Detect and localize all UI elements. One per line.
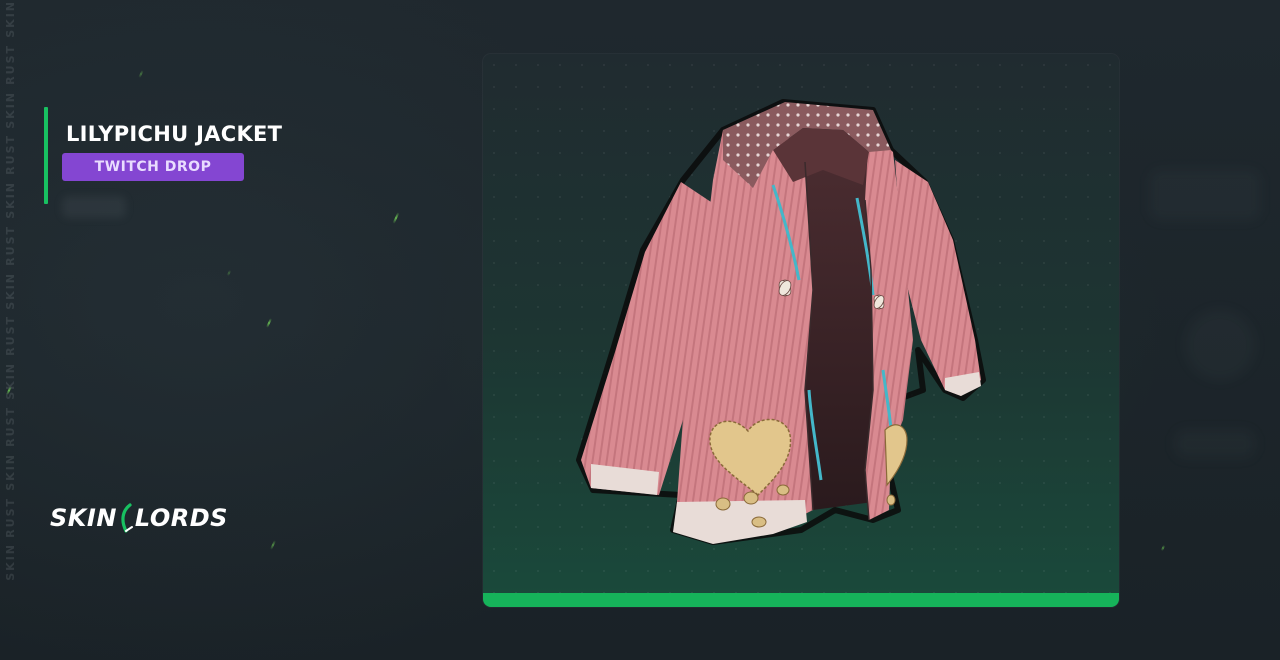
side-watermark: SKIN RUST SKIN RUST SKIN RUST SKIN RUST SKIN RUST…	[2, 0, 18, 660]
logo-word-right: LORDS	[134, 504, 228, 532]
side-watermark-word: SKIN	[3, 362, 17, 401]
sparkle-icon	[269, 540, 277, 550]
sparkle-icon	[226, 269, 232, 277]
background-blur	[1185, 310, 1255, 380]
side-watermark-word: SKIN	[3, 452, 17, 491]
skinlords-logo: SKIN LORDS	[50, 500, 228, 536]
side-watermark-word: SKIN	[3, 543, 17, 582]
side-watermark-word: SKIN	[3, 181, 17, 219]
item-title: LILYPICHU JACKET	[66, 122, 283, 146]
side-watermark-word: RUST	[3, 496, 17, 538]
blurred-price	[62, 196, 126, 218]
logo-mark-icon	[121, 503, 133, 533]
side-watermark-word: SKIN	[3, 271, 17, 310]
side-watermark-word: RUST	[3, 315, 17, 357]
sparkle-icon	[1160, 544, 1166, 552]
logo-word-left: SKIN	[50, 504, 117, 532]
side-watermark-word: RUST	[3, 43, 17, 85]
twitch-drop-badge: TWITCH DROP	[62, 153, 244, 181]
side-watermark-word: SKIN	[3, 0, 17, 38]
sparkle-icon	[138, 69, 144, 79]
item-card	[483, 54, 1119, 607]
background-blur	[1175, 430, 1255, 458]
side-watermark-word: RUST	[3, 134, 17, 176]
card-accent-bar	[483, 593, 1119, 607]
sparkle-icon	[265, 318, 273, 328]
side-watermark-word: RUST	[3, 406, 17, 447]
background-blur	[1150, 170, 1260, 220]
promo-canvas: SKIN RUST SKIN RUST SKIN RUST SKIN RUST SKIN RUST…	[0, 0, 1280, 660]
side-watermark-word: SKIN	[3, 90, 17, 129]
side-watermark-word: RUST	[3, 224, 17, 266]
pink-jacket-image	[576, 99, 986, 545]
title-accent-bar	[44, 107, 48, 204]
sparkle-icon	[392, 212, 400, 224]
